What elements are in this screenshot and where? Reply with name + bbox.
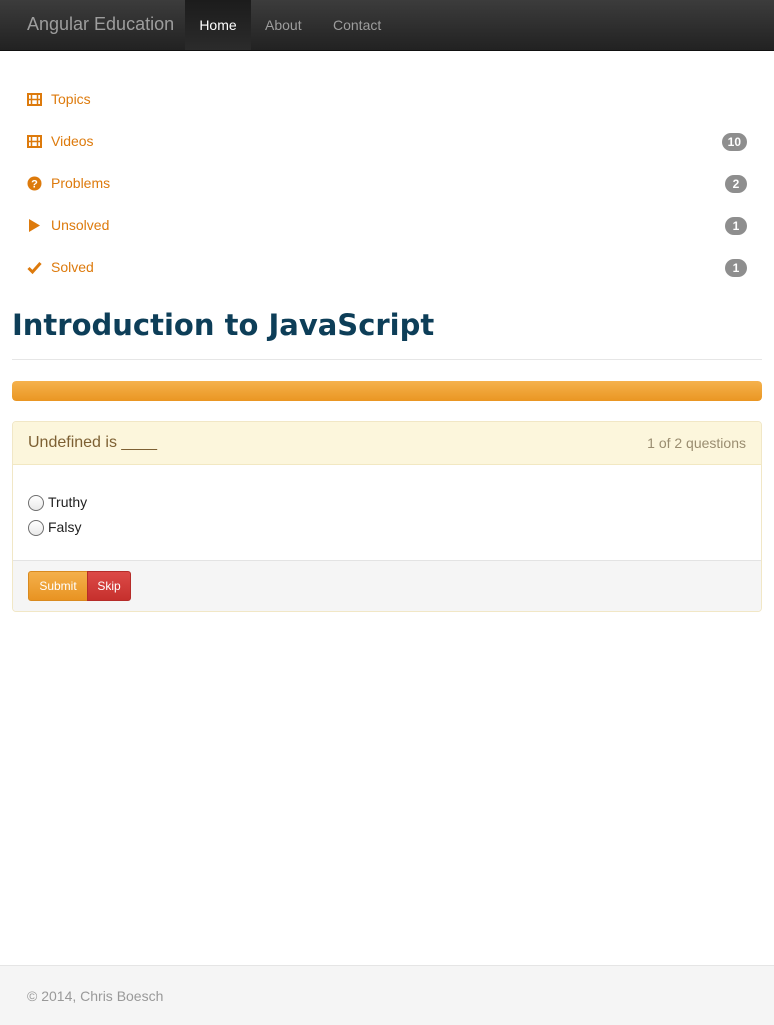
question-panel: Undefined is ____ 1 of 2 questions Truth… — [12, 421, 762, 612]
sidebar-item-label: Unsolved — [51, 217, 110, 233]
nav-home[interactable]: Home — [185, 0, 251, 50]
sidebar-item-label: Solved — [51, 259, 94, 275]
skip-button[interactable]: Skip — [87, 571, 131, 601]
nav-about[interactable]: About — [265, 0, 302, 50]
count-badge: 1 — [725, 259, 747, 277]
sidebar-item-unsolved[interactable]: Unsolved 1 — [27, 214, 747, 238]
radio-button[interactable] — [28, 520, 44, 536]
option-label[interactable]: Truthy — [48, 494, 87, 510]
question-footer: Submit Skip — [13, 560, 761, 611]
count-badge: 10 — [721, 133, 747, 151]
film-icon — [27, 134, 42, 149]
sidebar-item-label: Topics — [51, 91, 91, 107]
copyright-text: © 2014, Chris Boesch — [27, 988, 164, 1004]
play-icon — [27, 218, 42, 233]
nav-contact[interactable]: Contact — [333, 0, 381, 50]
sidebar-item-problems[interactable]: ? Problems 2 — [27, 172, 747, 196]
progress-fill — [12, 381, 762, 401]
sidebar-item-label: Videos — [51, 133, 94, 149]
question-counter: 1 of 2 questions — [647, 435, 746, 451]
count-badge: 1 — [725, 217, 747, 235]
top-navbar: Angular Education Home About Contact — [0, 0, 774, 51]
question-header: Undefined is ____ 1 of 2 questions — [13, 422, 761, 465]
sidebar-item-label: Problems — [51, 175, 111, 191]
progress-bar — [12, 381, 762, 401]
page-footer: © 2014, Chris Boesch — [0, 965, 774, 1025]
film-icon — [27, 92, 42, 107]
checkmark-icon — [27, 260, 42, 275]
sidebar-item-solved[interactable]: Solved 1 — [27, 256, 747, 280]
question-circle-icon: ? — [27, 176, 42, 191]
question-text: Undefined is ____ — [28, 434, 157, 451]
option-label[interactable]: Falsy — [48, 519, 81, 535]
radio-button[interactable] — [28, 495, 44, 511]
sidebar-item-topics[interactable]: Topics — [27, 88, 747, 112]
brand-link[interactable]: Angular Education — [27, 14, 174, 35]
sidebar-item-videos[interactable]: Videos 10 — [27, 130, 747, 154]
page-title: Introduction to JavaScript — [12, 308, 435, 342]
submit-button[interactable]: Submit — [28, 571, 88, 601]
svg-text:?: ? — [31, 179, 38, 191]
divider — [12, 359, 762, 360]
count-badge: 2 — [725, 175, 747, 193]
